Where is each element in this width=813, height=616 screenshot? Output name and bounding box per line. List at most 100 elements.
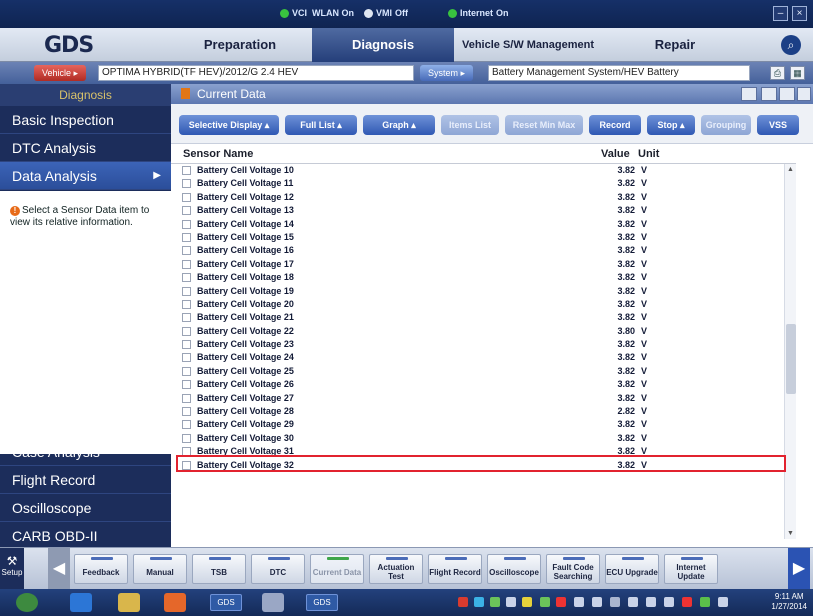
- tray-cursor-icon[interactable]: [628, 597, 638, 607]
- toolbar-tsb-button[interactable]: TSB: [192, 554, 246, 584]
- toolbar-actuation-test-button[interactable]: Actuation Test: [369, 554, 423, 584]
- table-row[interactable]: Battery Cell Voltage 14 3.82 V: [179, 218, 787, 231]
- row-checkbox[interactable]: [182, 246, 191, 256]
- row-checkbox[interactable]: [182, 166, 191, 175]
- tray-network-icon[interactable]: [490, 597, 500, 607]
- tab-vehicle-sw-management[interactable]: Vehicle S/W Management: [456, 28, 600, 62]
- row-checkbox[interactable]: [182, 433, 191, 443]
- tray-update-icon[interactable]: [574, 597, 584, 607]
- sidebar-item-case-analysis[interactable]: Case Analysis: [0, 438, 171, 466]
- tray-keyboard-icon[interactable]: [592, 597, 602, 607]
- row-checkbox[interactable]: [182, 273, 191, 283]
- row-checkbox[interactable]: [182, 232, 191, 242]
- taskbar-clock[interactable]: 9:11 AM 1/27/2014: [771, 592, 807, 612]
- sidebar-item-data-analysis[interactable]: Data Analysis ▶: [0, 162, 171, 190]
- tray-volume-icon[interactable]: [718, 597, 728, 607]
- col-unit[interactable]: Unit: [638, 148, 659, 160]
- table-row[interactable]: Battery Cell Voltage 17 3.82 V: [179, 258, 787, 271]
- next-page-button[interactable]: ▶: [788, 548, 810, 590]
- table-row[interactable]: Battery Cell Voltage 15 3.82 V: [179, 231, 787, 244]
- tab-diagnosis[interactable]: Diagnosis: [312, 28, 454, 62]
- row-checkbox[interactable]: [182, 407, 191, 417]
- row-checkbox[interactable]: [182, 259, 191, 269]
- table-row[interactable]: Battery Cell Voltage 26 3.82 V: [179, 378, 787, 391]
- full-list-button[interactable]: Full List ▴: [285, 115, 357, 135]
- grouping-button[interactable]: Grouping: [701, 115, 751, 135]
- row-checkbox[interactable]: [182, 299, 191, 309]
- tray-tool-icon[interactable]: [522, 597, 532, 607]
- row-checkbox[interactable]: [182, 206, 191, 216]
- tray-bluetooth-icon[interactable]: [474, 597, 484, 607]
- toolbar-ecu-upgrade-button[interactable]: ECU Upgrade: [605, 554, 659, 584]
- row-checkbox[interactable]: [182, 192, 191, 202]
- table-row[interactable]: Battery Cell Voltage 28 2.82 V: [179, 405, 787, 418]
- record-button[interactable]: Record: [589, 115, 641, 135]
- tray-alert-icon[interactable]: [458, 597, 468, 607]
- table-row[interactable]: Battery Cell Voltage 10 3.82 V: [179, 164, 787, 177]
- grid-icon[interactable]: ▦: [790, 66, 805, 80]
- table-row[interactable]: Battery Cell Voltage 20 3.82 V: [179, 298, 787, 311]
- folder-icon[interactable]: [118, 593, 140, 612]
- sidebar-item-basic-inspection[interactable]: Basic Inspection: [0, 106, 171, 134]
- table-row[interactable]: Battery Cell Voltage 11 3.82 V: [179, 177, 787, 190]
- scroll-down-icon[interactable]: ▼: [787, 530, 794, 537]
- row-checkbox[interactable]: [182, 286, 191, 296]
- system-name-field[interactable]: Battery Management System/HEV Battery: [488, 65, 750, 81]
- save-icon[interactable]: [779, 87, 795, 101]
- sidebar-item-flight-record[interactable]: Flight Record: [0, 466, 171, 494]
- vertical-scrollbar[interactable]: ▲ ▼: [784, 164, 796, 539]
- table-row[interactable]: Battery Cell Voltage 18 3.82 V: [179, 271, 787, 284]
- row-checkbox[interactable]: [182, 366, 191, 376]
- row-checkbox[interactable]: [182, 179, 191, 189]
- row-checkbox[interactable]: [182, 380, 191, 390]
- print-icon[interactable]: ⎙: [770, 66, 785, 80]
- reset-min-max-button[interactable]: Reset Min Max: [505, 115, 583, 135]
- col-value[interactable]: Value: [601, 148, 630, 160]
- toolbar-internet-update-button[interactable]: Internet Update: [664, 554, 718, 584]
- layout-icon[interactable]: [761, 87, 777, 101]
- toolbar-dtc-button[interactable]: DTC: [251, 554, 305, 584]
- row-checkbox[interactable]: [182, 340, 191, 350]
- table-row[interactable]: Battery Cell Voltage 30 3.82 V: [179, 432, 787, 445]
- col-sensor-name[interactable]: Sensor Name: [183, 148, 253, 160]
- close-button[interactable]: ×: [792, 6, 807, 21]
- row-checkbox[interactable]: [182, 326, 191, 336]
- table-row[interactable]: Battery Cell Voltage 29 3.82 V: [179, 418, 787, 431]
- tray-warning-icon[interactable]: [682, 597, 692, 607]
- browser-icon[interactable]: [70, 593, 92, 612]
- search-icon[interactable]: ⌕: [781, 35, 801, 55]
- scroll-up-icon[interactable]: ▲: [787, 166, 794, 173]
- table-row[interactable]: Battery Cell Voltage 19 3.82 V: [179, 285, 787, 298]
- table-row[interactable]: Battery Cell Voltage 27 3.82 V: [179, 392, 787, 405]
- minimize-button[interactable]: –: [773, 6, 788, 21]
- row-checkbox[interactable]: [182, 393, 191, 403]
- minimize-panel-icon[interactable]: [797, 87, 811, 101]
- table-row[interactable]: Battery Cell Voltage 12 3.82 V: [179, 191, 787, 204]
- settings-icon[interactable]: [741, 87, 757, 101]
- tab-preparation[interactable]: Preparation: [170, 28, 310, 62]
- taskbar-app-gds[interactable]: GDS: [210, 594, 242, 611]
- tray-chat-icon[interactable]: [646, 597, 656, 607]
- media-icon[interactable]: [164, 593, 186, 612]
- items-list-button[interactable]: Items List: [441, 115, 499, 135]
- sidebar-item-dtc-analysis[interactable]: DTC Analysis: [0, 134, 171, 162]
- prev-page-button[interactable]: ◀: [48, 548, 70, 590]
- row-checkbox[interactable]: [182, 420, 191, 430]
- tray-app-icon[interactable]: [506, 597, 516, 607]
- toolbar-manual-button[interactable]: Manual: [133, 554, 187, 584]
- toolbar-flight-record-button[interactable]: Flight Record: [428, 554, 482, 584]
- vehicle-name-field[interactable]: OPTIMA HYBRID(TF HEV)/2012/G 2.4 HEV: [98, 65, 414, 81]
- vss-button[interactable]: VSS: [757, 115, 799, 135]
- toolbar-feedback-button[interactable]: Feedback: [74, 554, 128, 584]
- network-app-icon[interactable]: [262, 593, 284, 612]
- row-checkbox[interactable]: [182, 219, 191, 229]
- row-checkbox[interactable]: [182, 313, 191, 323]
- taskbar-app-gds-2[interactable]: GDS: [306, 594, 338, 611]
- table-row[interactable]: Battery Cell Voltage 25 3.82 V: [179, 365, 787, 378]
- start-icon[interactable]: [16, 593, 38, 612]
- tray-wifi-icon[interactable]: [700, 597, 710, 607]
- tray-sync-icon[interactable]: [540, 597, 550, 607]
- table-row[interactable]: Battery Cell Voltage 24 3.82 V: [179, 351, 787, 364]
- tray-security-icon[interactable]: [556, 597, 566, 607]
- sidebar-item-carb-obd-ii[interactable]: CARB OBD-II: [0, 522, 171, 550]
